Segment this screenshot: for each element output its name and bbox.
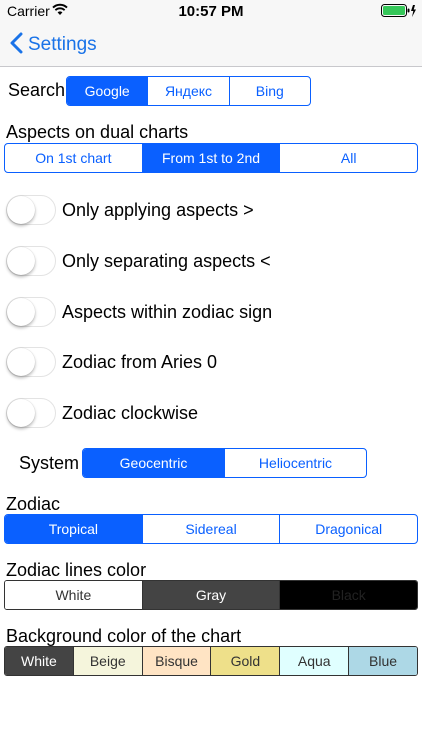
applying-aspects-label: Only applying aspects > bbox=[62, 199, 254, 220]
zodiac-segmented: Tropical Sidereal Dragonical bbox=[4, 514, 418, 544]
aspects-label: Aspects on dual charts bbox=[6, 122, 189, 142]
system-option-geocentric[interactable]: Geocentric bbox=[83, 449, 224, 477]
system-segmented: Geocentric Heliocentric bbox=[82, 448, 367, 478]
back-label: Settings bbox=[28, 34, 97, 55]
toggle-row-separating: Only separating aspects < bbox=[6, 244, 271, 278]
aspects-option-first-to-second[interactable]: From 1st to 2nd bbox=[141, 144, 280, 172]
search-label: Search bbox=[8, 80, 66, 100]
zodiac-option-sidereal[interactable]: Sidereal bbox=[141, 515, 280, 543]
within-sign-switch[interactable] bbox=[6, 297, 56, 327]
navigation-bar: Settings bbox=[0, 24, 422, 67]
zodiac-from-aries-label: Zodiac from Aries 0 bbox=[62, 351, 218, 372]
zodiac-lines-color-label: Zodiac lines color bbox=[6, 560, 147, 580]
separating-aspects-switch[interactable] bbox=[6, 246, 56, 276]
lines-color-gray[interactable]: Gray bbox=[141, 581, 280, 609]
back-button[interactable]: Settings bbox=[10, 30, 97, 60]
aspects-segmented: On 1st chart From 1st to 2nd All bbox=[4, 143, 418, 173]
bg-color-beige[interactable]: Beige bbox=[72, 647, 142, 675]
toggle-row-aries: Zodiac from Aries 0 bbox=[6, 345, 217, 379]
search-option-yandex[interactable]: Яндекс bbox=[147, 77, 228, 105]
status-bar: Carrier 10:57 PM bbox=[0, 0, 422, 24]
search-option-bing[interactable]: Bing bbox=[228, 77, 310, 105]
background-color-picker: White Beige Bisque Gold Aqua Blue bbox=[4, 646, 418, 676]
bg-color-aqua[interactable]: Aqua bbox=[279, 647, 349, 675]
switch-knob bbox=[7, 348, 35, 376]
within-sign-label: Aspects within zodiac sign bbox=[62, 301, 273, 322]
system-label: System bbox=[19, 453, 80, 473]
system-option-heliocentric[interactable]: Heliocentric bbox=[224, 449, 366, 477]
background-color-label: Background color of the chart bbox=[6, 626, 242, 646]
switch-knob bbox=[7, 247, 35, 275]
zodiac-from-aries-switch[interactable] bbox=[6, 347, 56, 377]
search-option-google[interactable]: Google bbox=[67, 77, 148, 105]
lines-color-black[interactable]: Black bbox=[279, 581, 417, 609]
zodiac-option-tropical[interactable]: Tropical bbox=[5, 515, 142, 543]
switch-knob bbox=[7, 196, 35, 224]
toggle-row-applying: Only applying aspects > bbox=[6, 193, 254, 227]
chevron-left-icon bbox=[10, 32, 23, 59]
bg-color-gold[interactable]: Gold bbox=[210, 647, 280, 675]
aspects-option-all[interactable]: All bbox=[279, 144, 417, 172]
zodiac-lines-color-picker: White Gray Black bbox=[4, 580, 418, 610]
switch-knob bbox=[7, 399, 35, 427]
aspects-option-first-chart[interactable]: On 1st chart bbox=[5, 144, 142, 172]
applying-aspects-switch[interactable] bbox=[6, 195, 56, 225]
zodiac-clockwise-label: Zodiac clockwise bbox=[62, 402, 199, 423]
status-time: 10:57 PM bbox=[178, 3, 244, 20]
switch-knob bbox=[7, 298, 35, 326]
bg-color-white[interactable]: White bbox=[5, 647, 73, 675]
toggle-row-within-sign: Aspects within zodiac sign bbox=[6, 295, 272, 329]
lines-color-white[interactable]: White bbox=[5, 581, 142, 609]
toggle-row-clockwise: Zodiac clockwise bbox=[6, 396, 198, 430]
search-engine-segmented: Google Яндекс Bing bbox=[66, 76, 311, 106]
bg-color-bisque[interactable]: Bisque bbox=[141, 647, 211, 675]
bg-color-blue[interactable]: Blue bbox=[348, 647, 417, 675]
battery-icon bbox=[381, 4, 417, 23]
zodiac-option-dragonical[interactable]: Dragonical bbox=[279, 515, 417, 543]
zodiac-label: Zodiac bbox=[6, 494, 61, 514]
separating-aspects-label: Only separating aspects < bbox=[62, 250, 271, 271]
zodiac-clockwise-switch[interactable] bbox=[6, 398, 56, 428]
